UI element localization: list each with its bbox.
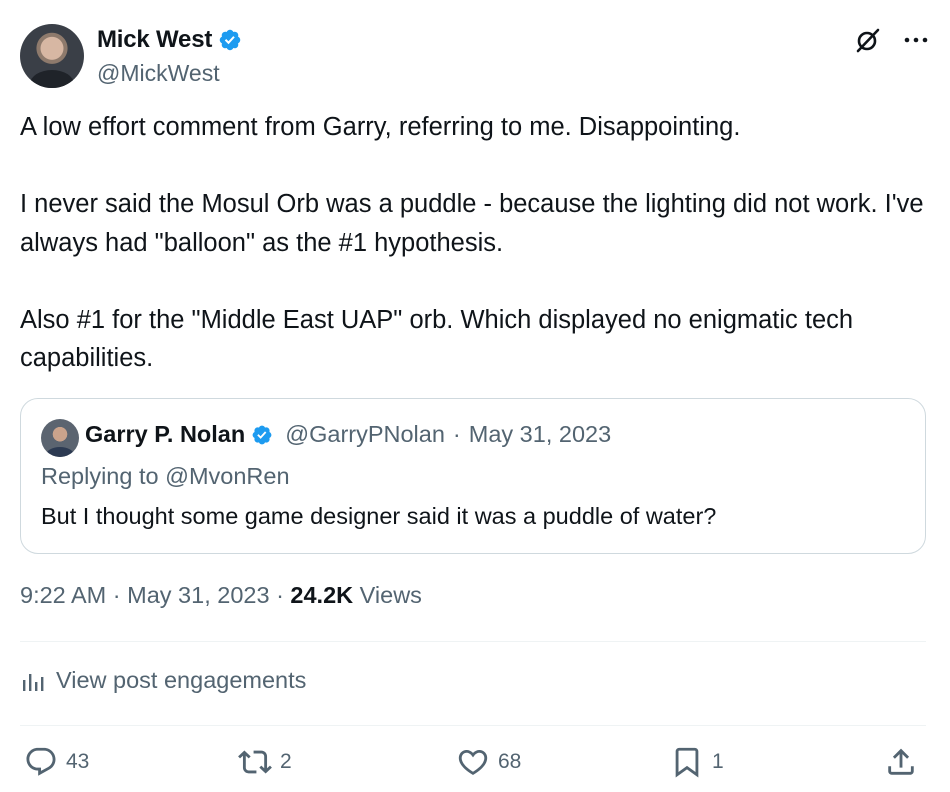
author-name[interactable]: Mick West [97,26,212,54]
repost-count: 2 [280,750,292,773]
quoted-author-avatar [41,419,79,457]
divider [20,641,926,642]
views-label: Views [359,582,422,608]
reply-icon [26,747,56,776]
quoted-post-header: Garry P. Nolan @GarryPNolan · May 31, 20… [85,421,611,448]
post-header: Mick West @MickWest [20,22,930,92]
post-paragraph: A low effort comment from Garry, referri… [20,113,741,141]
verified-badge-icon [219,29,241,51]
post-text: A low effort comment from Garry, referri… [20,108,925,378]
share-icon [888,748,914,775]
quoted-author-name: Garry P. Nolan [85,421,246,447]
repost-button[interactable]: 2 [238,745,292,779]
header-actions [854,26,930,54]
quoted-post[interactable]: Garry P. Nolan @GarryPNolan · May 31, 20… [20,398,926,554]
author-name-row: Mick West [97,26,242,54]
quoted-date: May 31, 2023 [468,421,612,447]
author-avatar[interactable] [20,24,84,88]
share-button[interactable] [884,745,918,779]
like-button[interactable]: 68 [456,745,521,779]
meta-separator: · [112,582,121,608]
bookmark-icon [675,747,699,778]
heart-icon [458,749,488,775]
quoted-author-handle: @GarryPNolan [285,421,445,447]
reply-button[interactable]: 43 [24,745,89,779]
meta-separator: · [276,582,284,608]
like-count: 68 [498,750,522,773]
action-bar: 43 2 68 1 [20,745,926,785]
repost-icon [238,750,272,774]
replying-prefix: Replying to [41,463,159,489]
views-count: 24.2K [290,582,354,608]
post-date[interactable]: May 31, 2023 [127,582,269,608]
quoted-text: But I thought some game designer said it… [41,503,717,529]
post-time[interactable]: 9:22 AM [20,582,106,608]
view-engagements-link[interactable]: View post engagements [20,667,306,694]
author-handle[interactable]: @MickWest [97,60,220,87]
post-paragraph: I never said the Mosul Orb was a puddle … [20,190,924,257]
quoted-replying-to: Replying to @MvonRen [41,463,290,490]
view-engagements-label: View post engagements [56,667,307,693]
post-paragraph: Also #1 for the "Middle East UAP" orb. W… [20,305,854,373]
reply-count: 43 [66,750,90,773]
more-icon[interactable] [902,26,930,54]
grok-icon[interactable] [854,26,882,54]
divider [20,725,926,726]
bookmark-button[interactable]: 1 [670,745,724,779]
replying-mention: @MvonRen [165,463,290,489]
bookmark-count: 1 [712,750,724,773]
post-meta: 9:22 AM · May 31, 2023 · 24.2K Views [20,582,422,609]
analytics-icon [23,673,44,691]
quoted-separator: · [452,421,461,447]
verified-badge-icon [252,425,272,444]
